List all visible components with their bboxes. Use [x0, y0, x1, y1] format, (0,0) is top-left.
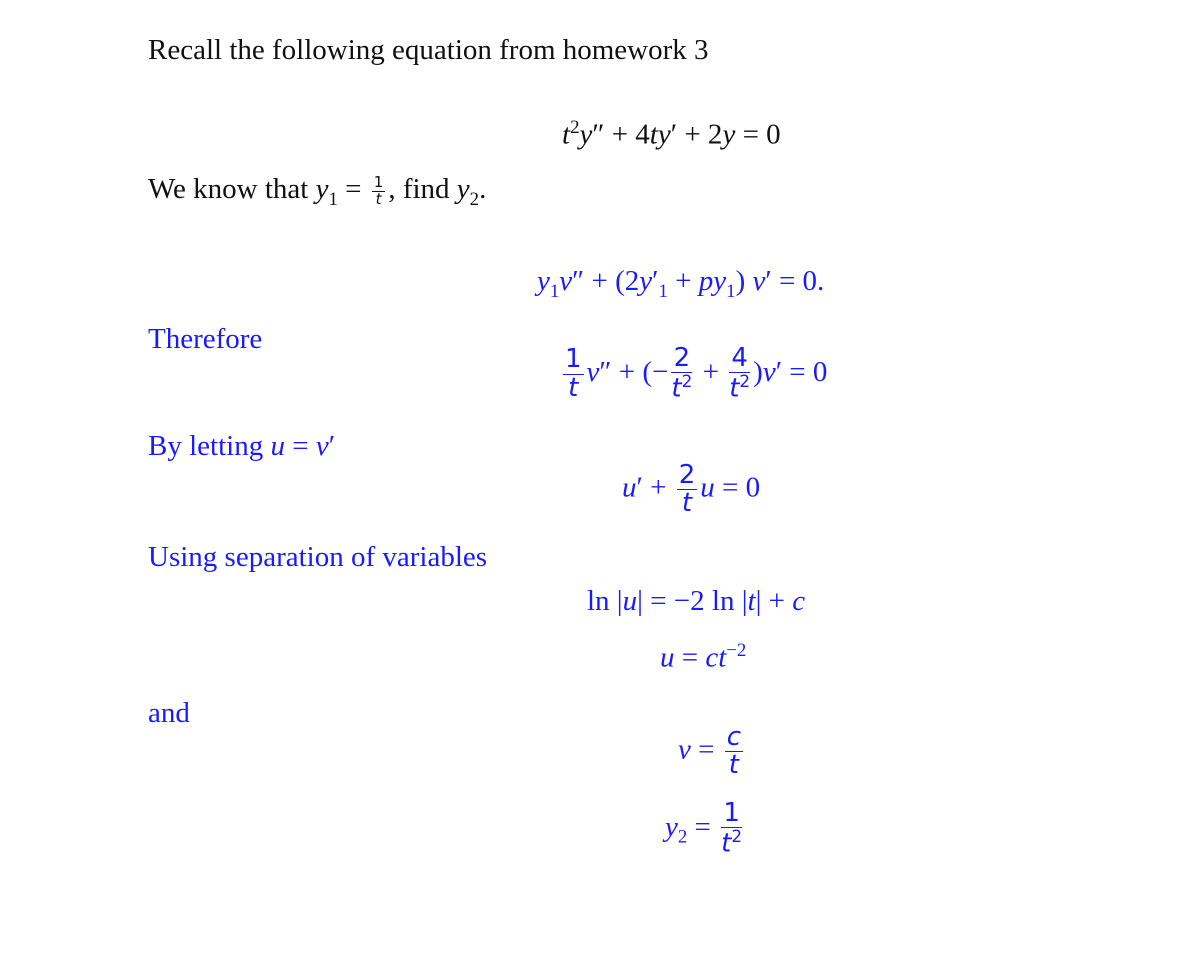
main-equation: t2y″ + 4ty′ + 2y = 0: [562, 117, 781, 151]
y2-solution: y2 = 1 t2: [665, 798, 743, 859]
first-order-equation: u′ + 2tu = 0: [622, 460, 761, 519]
fraction-1-over-t: 1t: [371, 173, 386, 208]
substituted-equation: 1 t v″ + (− 2 t2 + 4 t2)v′ = 0: [563, 343, 828, 404]
reduction-formula: y1v″ + (2y′1 + py1) v′ = 0.: [537, 265, 825, 302]
letting-prefix: By letting: [148, 430, 271, 462]
u-solution: u = ct−2: [660, 640, 747, 674]
log-equation: ln |u| = −2 ln |t| + c: [587, 585, 806, 617]
letting-text: By letting u = v′: [148, 430, 336, 462]
v-solution: v = ct: [678, 722, 744, 781]
and-text: and: [148, 697, 190, 729]
known-y1-text: We know that y1 = 1t, find y2.: [148, 173, 487, 210]
separation-text: Using separation of variables: [148, 541, 488, 573]
intro-text: Recall the following equation from homew…: [148, 34, 709, 66]
known-prefix: We know that: [148, 173, 316, 205]
therefore-text: Therefore: [148, 323, 263, 355]
